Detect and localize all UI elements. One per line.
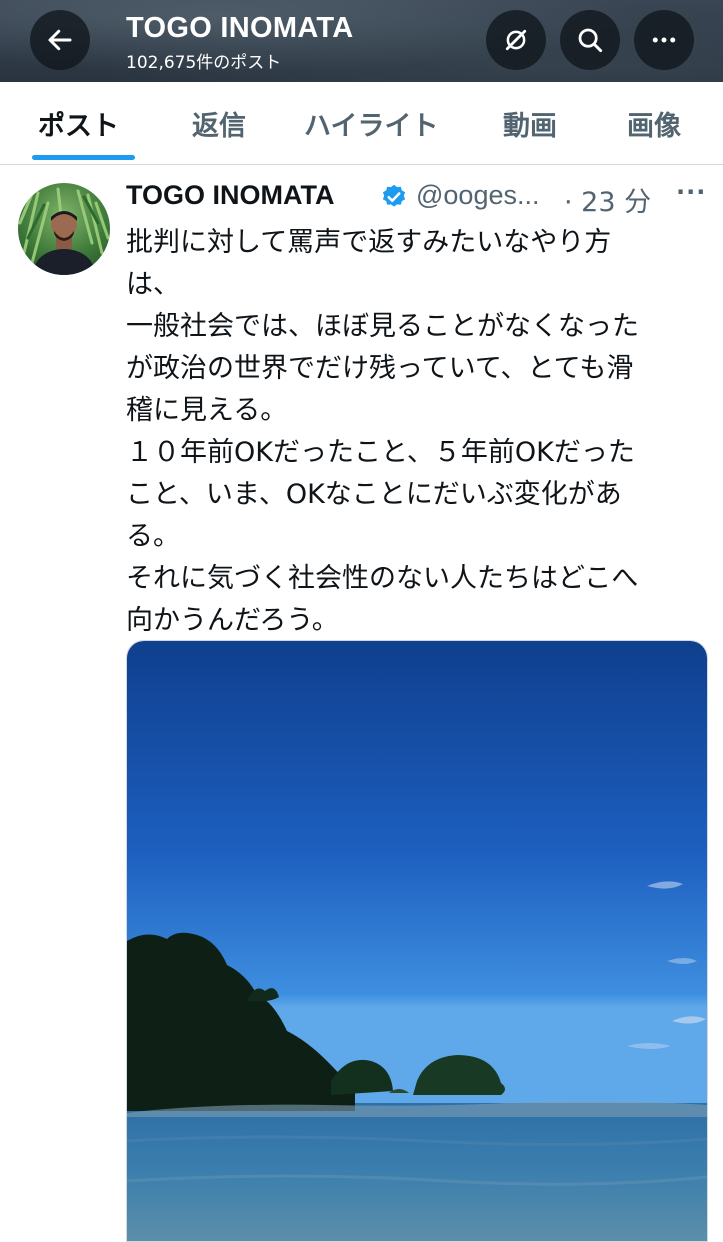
- profile-header: TOGO INOMATA 102,675件のポスト: [0, 0, 723, 82]
- profile-tabs: ポスト 返信 ハイライト 動画 画像: [0, 82, 723, 165]
- post-timestamp[interactable]: · 23 分: [564, 180, 651, 219]
- post-handle[interactable]: @ooges...: [416, 180, 539, 211]
- ellipsis-icon: [652, 37, 676, 43]
- post-count: 102,675件のポスト: [126, 53, 282, 73]
- tab-images[interactable]: 画像: [627, 82, 681, 164]
- header-title: TOGO INOMATA: [126, 12, 354, 44]
- post-author[interactable]: TOGO INOMATA: [126, 180, 335, 211]
- post-more-icon[interactable]: ···: [676, 178, 706, 206]
- avatar[interactable]: [18, 183, 110, 275]
- verified-badge-icon: [382, 184, 406, 207]
- search-button[interactable]: [560, 10, 620, 70]
- tab-replies[interactable]: 返信: [192, 82, 246, 164]
- post-text: 批判に対して罵声で返すみたいなやり方 は、 一般社会では、ほぼ見ることがなくなっ…: [126, 227, 639, 636]
- grok-sync-icon: [505, 29, 527, 51]
- post-image[interactable]: [126, 640, 708, 1242]
- tab-videos[interactable]: 動画: [503, 82, 557, 164]
- search-icon: [578, 28, 603, 53]
- arrow-left-icon: [48, 29, 72, 51]
- tab-highlights[interactable]: ハイライト: [304, 82, 438, 164]
- tab-posts[interactable]: ポスト: [38, 82, 119, 164]
- grok-button[interactable]: [486, 10, 546, 70]
- back-button[interactable]: [30, 10, 90, 70]
- more-button[interactable]: [634, 10, 694, 70]
- active-tab-indicator: [32, 155, 135, 160]
